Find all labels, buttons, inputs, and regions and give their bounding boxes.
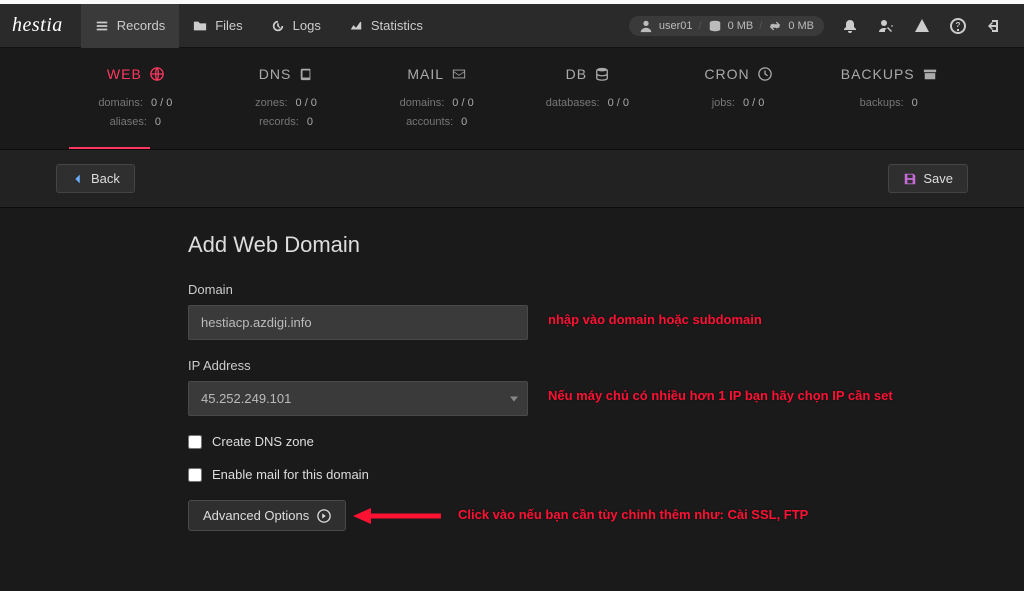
user-pill-username: user01 <box>659 20 693 32</box>
warning-button[interactable] <box>904 4 940 48</box>
arrow-left-icon <box>71 172 85 186</box>
nav-statistics[interactable]: Statistics <box>335 4 437 48</box>
nav-logs[interactable]: Logs <box>257 4 335 48</box>
back-button[interactable]: Back <box>56 164 135 193</box>
stat-label: jobs: <box>712 97 735 109</box>
stat-label: aliases: <box>110 116 147 128</box>
back-button-label: Back <box>91 171 120 186</box>
stat-label: backups: <box>860 97 904 109</box>
stat-value: 0 / 0 <box>452 97 473 109</box>
stat-value: 0 <box>307 116 313 128</box>
stat-label: domains: <box>400 97 445 109</box>
tab-cron-label: CRON <box>704 66 749 82</box>
nav-files[interactable]: Files <box>179 4 256 48</box>
main-content: Add Web Domain Domain nhập vào domain ho… <box>0 208 1024 531</box>
stat-label: accounts: <box>406 116 453 128</box>
warning-icon <box>914 18 930 34</box>
notifications-button[interactable] <box>832 4 868 48</box>
logo: hestia <box>12 14 63 37</box>
category-tabs: WEB domains: 0 / 0 aliases: 0 DNS zones: 0 … <box>0 48 1024 149</box>
ip-label: IP Address <box>188 358 1024 373</box>
stat-value: 0 <box>461 116 467 128</box>
stat-value: 0 <box>912 97 918 109</box>
stat-label: domains: <box>98 97 143 109</box>
nav-records[interactable]: Records <box>81 4 179 48</box>
folder-icon <box>193 19 207 33</box>
annotation-arrow <box>353 504 443 528</box>
domain-input[interactable] <box>188 305 528 340</box>
mail-checkbox-label: Enable mail for this domain <box>212 467 369 482</box>
mail-icon <box>452 67 466 81</box>
arrow-circle-right-icon <box>317 509 331 523</box>
top-nav: hestia Records Files Logs Statistics <box>0 4 1024 48</box>
disk-icon <box>708 19 722 33</box>
nav-files-label: Files <box>215 18 242 33</box>
globe-icon <box>150 67 164 81</box>
tab-backups[interactable]: BACKUPS backups: 0 <box>813 66 964 149</box>
list-icon <box>95 19 109 33</box>
user-edit-icon <box>878 18 894 34</box>
annotation-ip: Nếu máy chủ có nhiều hơn 1 IP bạn hãy ch… <box>548 388 893 403</box>
user-pill-bw: 0 MB <box>788 20 814 32</box>
stat-value: 0 / 0 <box>743 97 764 109</box>
bell-icon <box>842 18 858 34</box>
edit-user-button[interactable] <box>868 4 904 48</box>
advanced-options-label: Advanced Options <box>203 508 309 523</box>
save-button[interactable]: Save <box>888 164 968 193</box>
tab-dns[interactable]: DNS zones: 0 / 0 records: 0 <box>211 66 362 149</box>
advanced-options-button[interactable]: Advanced Options <box>188 500 346 531</box>
clock-icon <box>758 67 772 81</box>
dns-checkbox[interactable] <box>188 435 202 449</box>
nav-records-label: Records <box>117 18 165 33</box>
ip-select[interactable]: 45.252.249.101 <box>188 381 528 416</box>
stat-value: 0 / 0 <box>151 97 172 109</box>
tab-mail[interactable]: MAIL domains: 0 / 0 accounts: 0 <box>361 66 512 149</box>
stat-label: records: <box>259 116 299 128</box>
stat-value: 0 / 0 <box>296 97 317 109</box>
tab-web-label: WEB <box>107 66 142 82</box>
user-pill-disk: 0 MB <box>728 20 754 32</box>
stat-label: databases: <box>546 97 600 109</box>
page-title: Add Web Domain <box>188 232 1024 258</box>
save-button-label: Save <box>923 171 953 186</box>
tab-db-label: DB <box>566 66 587 82</box>
history-icon <box>271 19 285 33</box>
save-icon <box>903 172 917 186</box>
annotation-advanced: Click vào nếu bạn cần tùy chỉnh thêm như… <box>458 507 808 522</box>
dns-checkbox-label: Create DNS zone <box>212 434 314 449</box>
book-icon <box>299 67 313 81</box>
nav-statistics-label: Statistics <box>371 18 423 33</box>
user-pill[interactable]: user01 / 0 MB / 0 MB <box>629 16 824 36</box>
mail-checkbox[interactable] <box>188 468 202 482</box>
archive-icon <box>923 67 937 81</box>
stat-label: zones: <box>255 97 287 109</box>
transfer-icon <box>768 19 782 33</box>
tab-db[interactable]: DB databases: 0 / 0 <box>512 66 663 149</box>
toolbar: Back Save <box>0 149 1024 208</box>
help-button[interactable] <box>940 4 976 48</box>
nav-logs-label: Logs <box>293 18 321 33</box>
user-icon <box>639 19 653 33</box>
tab-dns-label: DNS <box>259 66 292 82</box>
tab-web[interactable]: WEB domains: 0 / 0 aliases: 0 <box>60 66 211 149</box>
logout-button[interactable] <box>976 4 1012 48</box>
help-icon <box>950 18 966 34</box>
tab-backups-label: BACKUPS <box>841 66 915 82</box>
logout-icon <box>986 18 1002 34</box>
stat-value: 0 <box>155 116 161 128</box>
tab-cron[interactable]: CRON jobs: 0 / 0 <box>663 66 814 149</box>
tab-mail-label: MAIL <box>407 66 444 82</box>
annotation-domain: nhập vào domain hoặc subdomain <box>548 312 762 327</box>
domain-label: Domain <box>188 282 1024 297</box>
stat-value: 0 / 0 <box>608 97 629 109</box>
chart-icon <box>349 19 363 33</box>
database-icon <box>595 67 609 81</box>
